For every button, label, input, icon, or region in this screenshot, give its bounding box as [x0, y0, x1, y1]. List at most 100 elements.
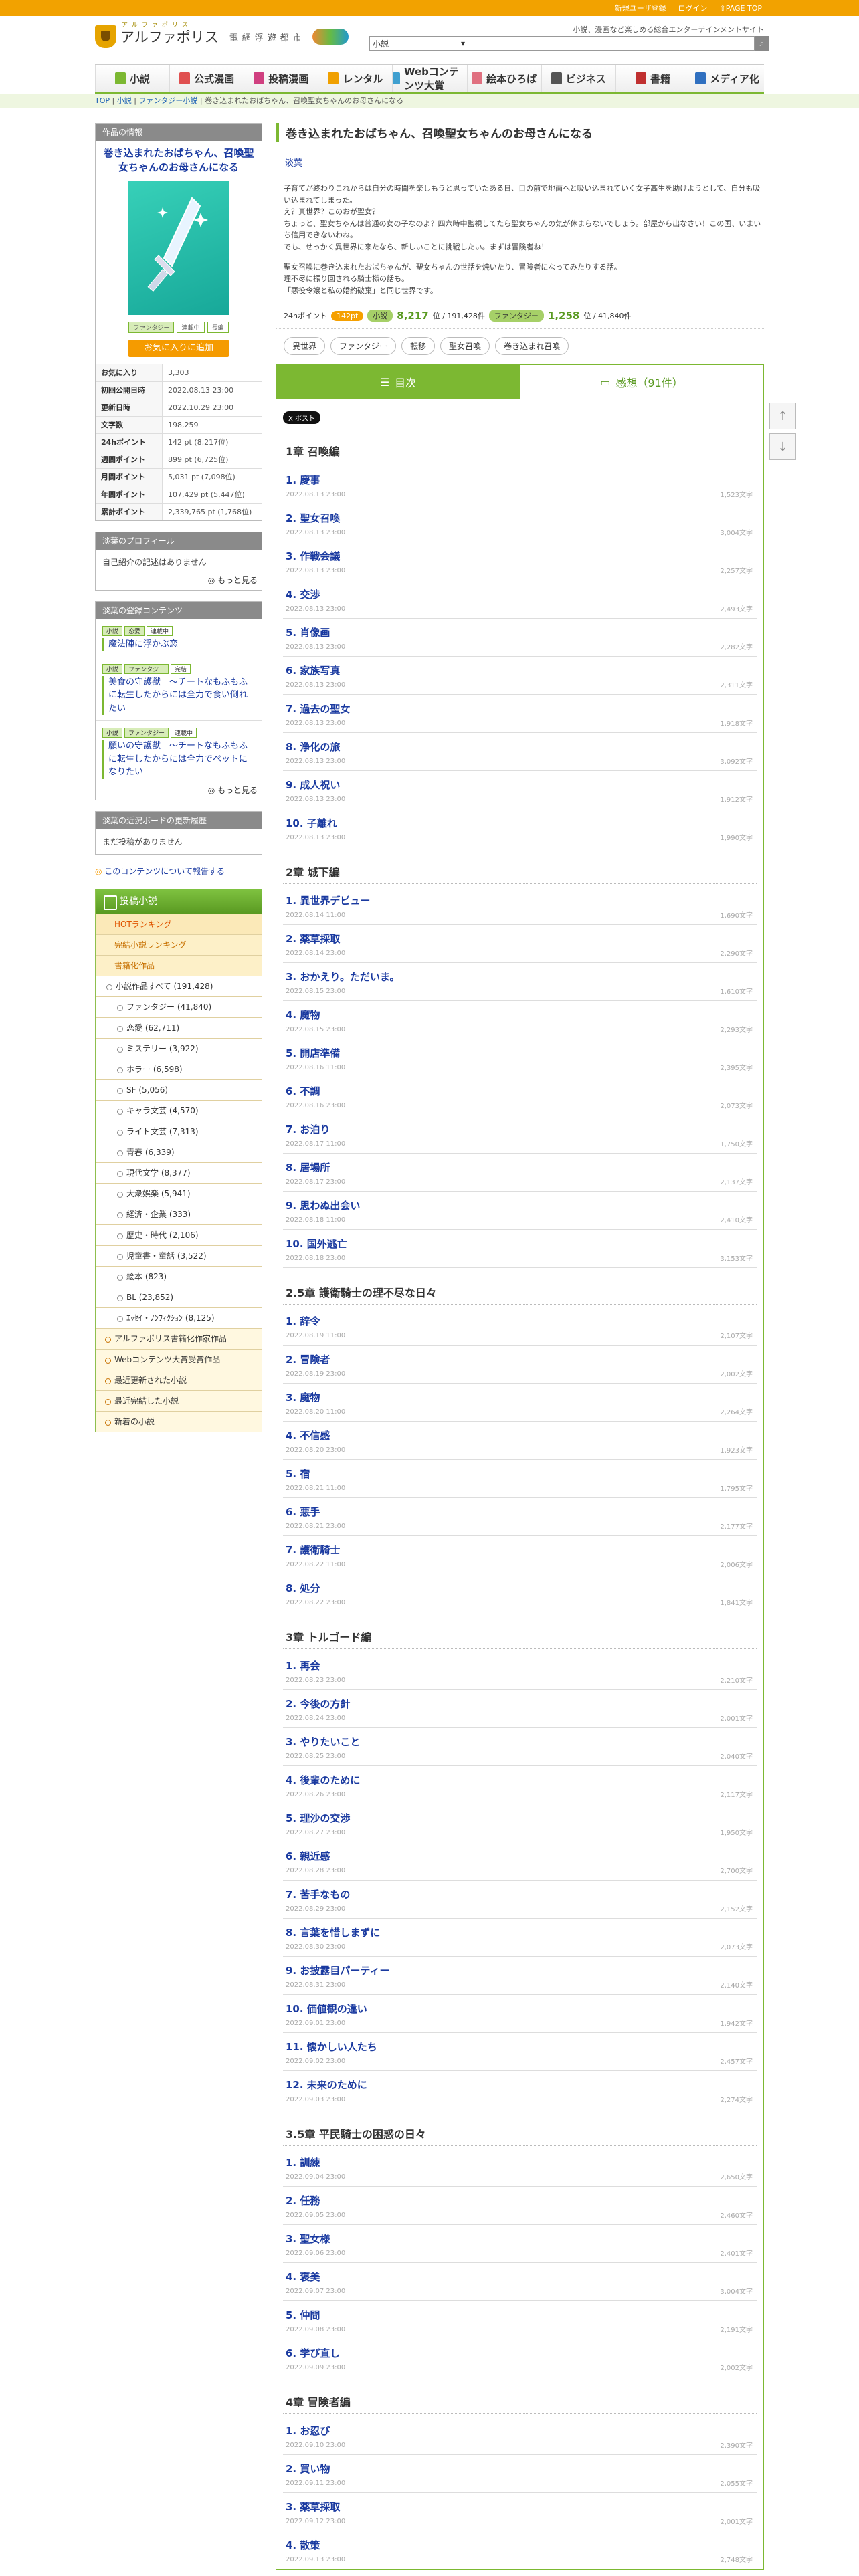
episode-row[interactable]: 12. 未来のために 2022.09.03 23:00 2,274文字 [283, 2071, 757, 2110]
episode-title[interactable]: 9. 思わぬ出会い [286, 1198, 754, 1212]
ranking-genre[interactable]: ホラー (6,598) [96, 1058, 262, 1079]
content-title[interactable]: 美食の守護獣 〜チートなもふもふに転生したからには全力で食い倒れたい [102, 675, 255, 715]
episode-title[interactable]: 6. 悪手 [286, 1505, 754, 1519]
episode-title[interactable]: 5. 理沙の交渉 [286, 1811, 754, 1825]
ranking-genre[interactable]: 児童書・童話 (3,522) [96, 1245, 262, 1266]
ranking-genre[interactable]: BL (23,852) [96, 1286, 262, 1307]
ranking-genre[interactable]: 絵本 (823) [96, 1265, 262, 1287]
episode-title[interactable]: 3. 聖女様 [286, 2232, 754, 2246]
keyword-tag[interactable]: ファンタジー [330, 337, 397, 356]
episode-row[interactable]: 6. 親近感 2022.08.28 23:00 2,700文字 [283, 1842, 757, 1881]
nav-item[interactable]: 小説 [95, 65, 170, 92]
episode-row[interactable]: 5. 開店準備 2022.08.16 11:00 2,395文字 [283, 1039, 757, 1078]
episode-row[interactable]: 6. 学び直し 2022.09.09 23:00 2,002文字 [283, 2339, 757, 2378]
episode-row[interactable]: 5. 宿 2022.08.21 11:00 1,795文字 [283, 1460, 757, 1499]
login-link[interactable]: ログイン [678, 3, 708, 13]
episode-row[interactable]: 9. お披露目パーティー 2022.08.31 23:00 2,140文字 [283, 1957, 757, 1996]
ranking-footer-item[interactable]: アルファポリス書籍化作家作品 [96, 1327, 262, 1349]
rank-genre-1[interactable]: 小説 [367, 310, 393, 322]
ranking-item[interactable]: 書籍化作品 [96, 954, 262, 976]
episode-title[interactable]: 1. 慶事 [286, 473, 754, 487]
episode-row[interactable]: 7. お泊り 2022.08.17 11:00 1,750文字 [283, 1115, 757, 1154]
episode-row[interactable]: 1. 訓練 2022.09.04 23:00 2,650文字 [283, 2149, 757, 2187]
add-favorite-button[interactable]: お気に入りに追加 [128, 340, 229, 357]
episode-title[interactable]: 2. 薬草採取 [286, 932, 754, 946]
episode-title[interactable]: 4. 不信感 [286, 1428, 754, 1442]
x-post-button[interactable]: X ポスト [283, 411, 321, 425]
tag-genre[interactable]: ファンタジー [128, 322, 175, 333]
episode-row[interactable]: 1. お忍び 2022.09.10 23:00 2,390文字 [283, 2417, 757, 2456]
episode-title[interactable]: 6. 学び直し [286, 2346, 754, 2360]
episode-row[interactable]: 8. 浄化の旅 2022.08.13 23:00 3,092文字 [283, 733, 757, 772]
ranking-item[interactable]: 完結小説ランキング [96, 934, 262, 955]
episode-title[interactable]: 9. お披露目パーティー [286, 1963, 754, 1977]
contents-more-link[interactable]: もっと見る [96, 784, 262, 800]
episode-title[interactable]: 9. 成人祝い [286, 778, 754, 792]
keyword-tag[interactable]: 転移 [401, 337, 436, 356]
episode-row[interactable]: 9. 成人祝い 2022.08.13 23:00 1,912文字 [283, 771, 757, 810]
episode-row[interactable]: 1. 慶事 2022.08.13 23:00 1,523文字 [283, 466, 757, 505]
episode-row[interactable]: 4. 不信感 2022.08.20 23:00 1,923文字 [283, 1422, 757, 1461]
episode-title[interactable]: 1. 異世界デビュー [286, 893, 754, 907]
episode-row[interactable]: 9. 思わぬ出会い 2022.08.18 11:00 2,410文字 [283, 1192, 757, 1230]
work-title[interactable]: 巻き込まれたおばちゃん、召喚聖女ちゃんのお母さんになる [96, 141, 262, 177]
nav-item[interactable]: メディア化 [689, 65, 764, 92]
episode-row[interactable]: 7. 護衛騎士 2022.08.22 11:00 2,006文字 [283, 1536, 757, 1575]
episode-title[interactable]: 5. 肖像画 [286, 625, 754, 639]
episode-title[interactable]: 1. お忍び [286, 2424, 754, 2438]
episode-title[interactable]: 7. 護衛騎士 [286, 1543, 754, 1557]
episode-title[interactable]: 6. 親近感 [286, 1849, 754, 1863]
episode-title[interactable]: 4. 後輩のために [286, 1773, 754, 1787]
episode-row[interactable]: 4. 褒美 2022.09.07 23:00 3,004文字 [283, 2263, 757, 2302]
tab-reviews[interactable]: ▭ 感想（91件） [520, 365, 763, 399]
episode-row[interactable]: 2. 任務 2022.09.05 23:00 2,460文字 [283, 2187, 757, 2226]
episode-title[interactable]: 8. 浄化の旅 [286, 740, 754, 754]
episode-title[interactable]: 3. おかえり。ただいま。 [286, 970, 754, 984]
ranking-footer-item[interactable]: Webコンテンツ大賞受賞作品 [96, 1348, 262, 1370]
episode-row[interactable]: 8. 言葉を惜しまずに 2022.08.30 23:00 2,073文字 [283, 1919, 757, 1957]
episode-title[interactable]: 2. 聖女召喚 [286, 511, 754, 525]
search-category-select[interactable]: 小説 ▾ [369, 36, 468, 51]
episode-row[interactable]: 8. 処分 2022.08.22 23:00 1,841文字 [283, 1574, 757, 1613]
keyword-tag[interactable]: 巻き込まれ召喚 [495, 337, 569, 356]
episode-row[interactable]: 10. 価値観の違い 2022.09.01 23:00 1,942文字 [283, 1995, 757, 2034]
episode-title[interactable]: 3. やりたいこと [286, 1735, 754, 1749]
content-item[interactable]: 小説 恋愛 連載中 魔法陣に浮かぶ恋 [96, 619, 262, 657]
breadcrumb-novel[interactable]: 小説 [117, 96, 132, 105]
report-link[interactable]: このコンテンツについて報告する [95, 865, 262, 877]
episode-title[interactable]: 10. 価値観の違い [286, 2002, 754, 2016]
content-item[interactable]: 小説 ファンタジー 完結 美食の守護獣 〜チートなもふもふに転生したからには全力で食い… [96, 656, 262, 721]
episode-title[interactable]: 6. 不調 [286, 1084, 754, 1098]
episode-title[interactable]: 5. 仲間 [286, 2308, 754, 2322]
search-button[interactable]: ⌕ [755, 36, 769, 51]
ranking-genre[interactable]: 青春 (6,339) [96, 1141, 262, 1162]
episode-row[interactable]: 10. 子離れ 2022.08.13 23:00 1,990文字 [283, 809, 757, 848]
scroll-down-button[interactable]: ↓ [769, 433, 796, 460]
nav-item[interactable]: レンタル [318, 65, 393, 92]
ranking-footer-item[interactable]: 新着の小説 [96, 1410, 262, 1432]
episode-row[interactable]: 3. やりたいこと 2022.08.25 23:00 2,040文字 [283, 1728, 757, 1767]
episode-title[interactable]: 4. 散策 [286, 2538, 754, 2552]
episode-row[interactable]: 8. 居場所 2022.08.17 23:00 2,137文字 [283, 1154, 757, 1192]
episode-title[interactable]: 2. 今後の方針 [286, 1697, 754, 1711]
episode-row[interactable]: 2. 冒険者 2022.08.19 23:00 2,002文字 [283, 1346, 757, 1384]
episode-title[interactable]: 3. 薬草採取 [286, 2500, 754, 2514]
content-title[interactable]: 願いの守護獣 〜チートなもふもふに転生したからには全力でペットになりたい [102, 740, 255, 779]
nav-item[interactable]: 絵本ひろば [466, 65, 541, 92]
nav-item[interactable]: 公式漫画 [169, 65, 244, 92]
episode-title[interactable]: 7. 苦手なもの [286, 1887, 754, 1901]
episode-row[interactable]: 3. 薬草採取 2022.09.12 23:00 2,001文字 [283, 2493, 757, 2532]
episode-row[interactable]: 7. 苦手なもの 2022.08.29 23:00 2,152文字 [283, 1881, 757, 1919]
episode-title[interactable]: 2. 任務 [286, 2193, 754, 2208]
episode-title[interactable]: 1. 再会 [286, 1658, 754, 1673]
ranking-genre[interactable]: 歴史・時代 (2,106) [96, 1224, 262, 1245]
episode-title[interactable]: 7. お泊り [286, 1122, 754, 1136]
episode-row[interactable]: 2. 今後の方針 2022.08.24 23:00 2,001文字 [283, 1690, 757, 1729]
episode-title[interactable]: 3. 魔物 [286, 1390, 754, 1404]
episode-title[interactable]: 2. 冒険者 [286, 1352, 754, 1366]
episode-title[interactable]: 7. 過去の聖女 [286, 702, 754, 716]
episode-row[interactable]: 11. 懐かしい人たち 2022.09.02 23:00 2,457文字 [283, 2033, 757, 2072]
episode-row[interactable]: 6. 不調 2022.08.16 23:00 2,073文字 [283, 1077, 757, 1116]
episode-row[interactable]: 1. 再会 2022.08.23 23:00 2,210文字 [283, 1652, 757, 1691]
nav-item[interactable]: ビジネス [541, 65, 615, 92]
